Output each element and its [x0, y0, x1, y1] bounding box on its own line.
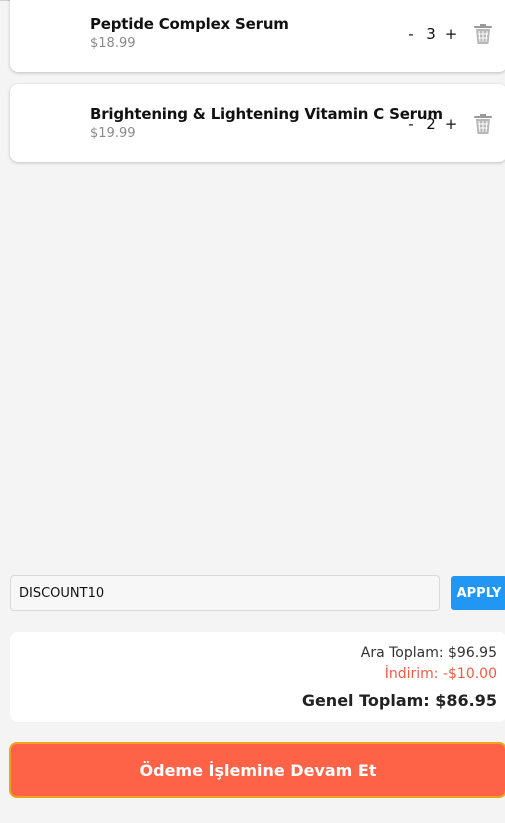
- checkout-button[interactable]: Ödeme İşlemine Devam Et: [9, 742, 505, 798]
- trash-icon[interactable]: [473, 23, 493, 45]
- discount-code-input[interactable]: [10, 575, 440, 611]
- cart-item: Peptide Complex Serum $18.99 - 3 +: [10, 0, 505, 72]
- apply-discount-button[interactable]: APPLY: [451, 576, 505, 610]
- discount-text: İndirim: -$10.00: [384, 666, 497, 682]
- quantity-value: 3: [426, 25, 436, 43]
- product-name: Peptide Complex Serum: [90, 15, 289, 33]
- product-price: $18.99: [90, 36, 136, 51]
- cart-item: Brightening & Lightening Vitamin C Serum…: [10, 84, 505, 162]
- increment-button[interactable]: +: [444, 115, 458, 133]
- product-image: [22, 94, 84, 150]
- subtotal-text: Ara Toplam: $96.95: [360, 645, 497, 661]
- decrement-button[interactable]: -: [404, 115, 418, 133]
- quantity-stepper: - 3 +: [404, 23, 458, 45]
- product-price: $19.99: [90, 126, 136, 141]
- quantity-value: 2: [426, 115, 436, 133]
- grand-total-text: Genel Toplam: $86.95: [301, 691, 497, 710]
- product-image: [22, 10, 84, 66]
- trash-icon[interactable]: [473, 113, 493, 135]
- product-name: Brightening & Lightening Vitamin C Serum: [90, 105, 443, 123]
- decrement-button[interactable]: -: [404, 25, 418, 43]
- order-summary: Ara Toplam: $96.95 İndirim: -$10.00 Gene…: [10, 632, 505, 722]
- increment-button[interactable]: +: [444, 25, 458, 43]
- quantity-stepper: - 2 +: [404, 113, 458, 135]
